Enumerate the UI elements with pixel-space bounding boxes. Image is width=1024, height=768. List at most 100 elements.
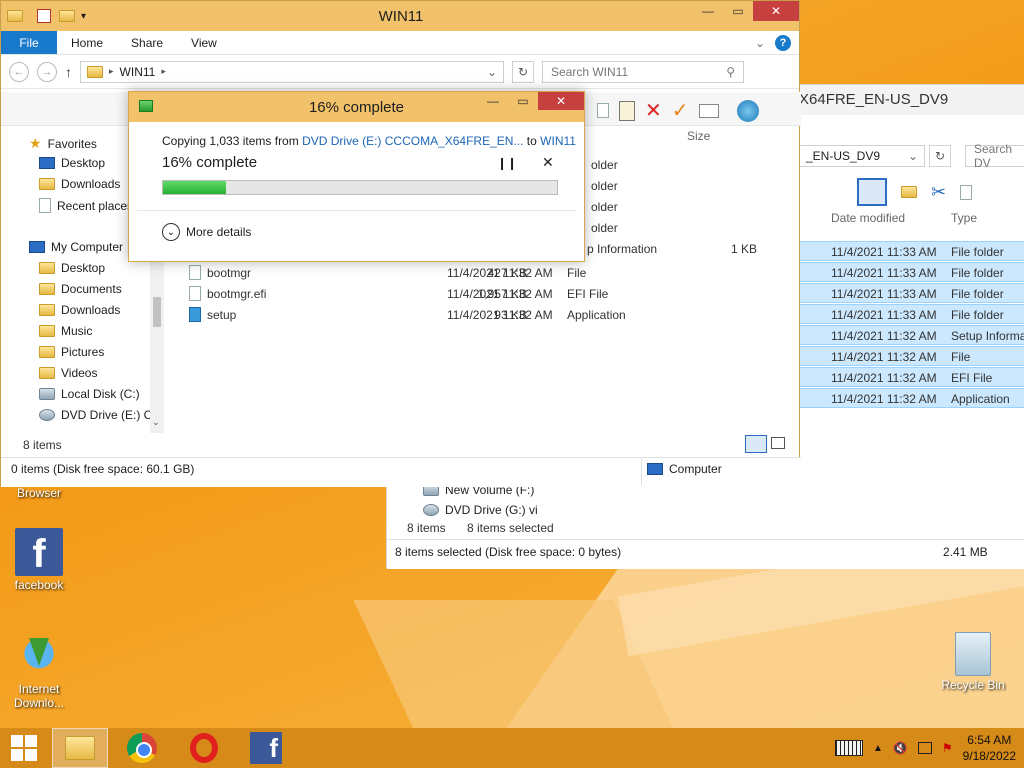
new-folder-icon[interactable] xyxy=(59,10,75,22)
minimize-button[interactable]: — xyxy=(693,1,723,21)
desktop-icon-browser[interactable]: Browser xyxy=(4,486,74,500)
ribbon-expand-icon[interactable]: ⌄ xyxy=(755,36,765,50)
cancel-copy-button[interactable]: ✕ xyxy=(542,154,554,171)
nav-videos[interactable]: Videos xyxy=(39,366,97,380)
recycle-bin-label: Recycle Bin xyxy=(941,678,1005,692)
properties-icon[interactable] xyxy=(736,99,759,122)
breadcrumb[interactable]: WIN11 xyxy=(120,65,156,79)
keyboard-icon[interactable] xyxy=(834,740,863,756)
tab-view[interactable]: View xyxy=(177,31,231,54)
tab-file[interactable]: File xyxy=(1,31,57,54)
more-details-toggle[interactable]: ⌄ More details xyxy=(162,223,251,241)
nav-my-computer[interactable]: My Computer xyxy=(29,240,123,254)
back-row-type: File folder xyxy=(951,287,1004,301)
layout-icon[interactable] xyxy=(857,178,887,206)
taskbar-chrome[interactable] xyxy=(114,728,170,768)
nav-local-disk-c[interactable]: Local Disk (C:) xyxy=(39,387,140,401)
back-arrow-icon[interactable]: ← xyxy=(9,61,29,82)
back-address-text: _EN-US_DV9 xyxy=(806,149,881,163)
copy-icon[interactable] xyxy=(960,184,973,200)
taskbar-file-explorer[interactable] xyxy=(52,728,108,768)
copy-to-icon[interactable] xyxy=(597,103,609,118)
nav-favorites[interactable]: ★ Favorites xyxy=(29,135,97,152)
destination-link[interactable]: WIN11 xyxy=(540,134,576,148)
nav-desktop-2[interactable]: Desktop xyxy=(39,261,105,275)
refresh-icon[interactable]: ↻ xyxy=(512,60,534,83)
clock[interactable]: 6:54 AM 9/18/2022 xyxy=(963,732,1016,764)
dialog-maximize-button[interactable]: ▭ xyxy=(508,92,538,110)
search-input[interactable]: Search WIN11 ⚲ xyxy=(542,60,744,83)
back-search-input[interactable]: Search DV xyxy=(965,142,1024,170)
facebook-label: facebook xyxy=(14,578,64,592)
folder-options-icon[interactable] xyxy=(901,186,917,198)
show-hidden-icons-icon[interactable]: ▲ xyxy=(873,743,883,754)
nav-downloads-2[interactable]: Downloads xyxy=(39,303,120,317)
pause-button[interactable]: ❙❙ xyxy=(497,156,517,170)
action-center-icon[interactable]: ⚑ xyxy=(942,741,953,755)
back-row-date: 11/4/2021 11:33 AM xyxy=(831,308,937,322)
dialog-titlebar[interactable]: 16% complete — ▭ ✕ xyxy=(129,92,584,122)
nav-dvd-drive-e[interactable]: DVD Drive (E:) CC xyxy=(39,408,161,422)
volume-muted-icon[interactable]: 🔇 xyxy=(893,741,908,755)
tab-home[interactable]: Home xyxy=(57,31,117,54)
desktop-icon-facebook[interactable]: f facebook xyxy=(4,528,74,592)
back-row-date: 11/4/2021 11:33 AM xyxy=(831,287,937,301)
network-icon[interactable] xyxy=(917,742,932,754)
window-title: WIN11 xyxy=(378,7,424,25)
taskbar-opera[interactable] xyxy=(176,728,232,768)
tab-share[interactable]: Share xyxy=(117,31,177,54)
nav-pictures[interactable]: Pictures xyxy=(39,345,104,359)
col-size[interactable]: Size xyxy=(687,129,710,143)
folder-icon xyxy=(39,325,55,337)
source-link[interactable]: DVD Drive (E:) CCCOMA_X64FRE_EN... xyxy=(302,134,523,148)
nav-downloads[interactable]: Downloads xyxy=(39,177,120,191)
delete-icon[interactable]: ✕ xyxy=(645,98,662,123)
checkmark-icon[interactable]: ✓ xyxy=(672,98,689,123)
star-icon: ★ xyxy=(29,135,42,151)
dropdown-arrow-icon[interactable]: ▾ xyxy=(81,11,86,22)
nav-music[interactable]: Music xyxy=(39,324,92,338)
details-view-icon[interactable] xyxy=(745,435,767,453)
folder-icon xyxy=(39,283,55,295)
browser-label: Browser xyxy=(16,486,61,500)
desktop-icon-idm[interactable]: Internet Downlo... xyxy=(4,632,74,710)
desktop-icon-recycle-bin[interactable]: Recycle Bin xyxy=(938,632,1008,692)
dialog-minimize-button[interactable]: — xyxy=(478,92,508,110)
nav-recent-places[interactable]: Recent places xyxy=(39,198,133,213)
more-details-label: More details xyxy=(186,225,252,239)
nav-dvd-drive-g[interactable]: DVD Drive (G:) vi xyxy=(423,503,538,517)
taskbar-facebook[interactable]: f xyxy=(238,728,294,768)
chevron-down-icon[interactable]: ⌄ xyxy=(908,149,918,163)
paste-icon[interactable] xyxy=(619,100,635,121)
address-bar[interactable]: ▸ WIN11 ▸ ⌄ xyxy=(80,60,504,83)
help-icon[interactable]: ? xyxy=(775,34,791,51)
progress-bar xyxy=(162,180,558,195)
breadcrumb-chevron-icon: ▸ xyxy=(109,66,114,76)
dialog-close-button[interactable]: ✕ xyxy=(538,92,584,110)
properties-icon[interactable] xyxy=(37,9,51,23)
back-row-date: 11/4/2021 11:32 AM xyxy=(831,350,937,364)
nav-documents[interactable]: Documents xyxy=(39,282,122,296)
col-type[interactable]: Type xyxy=(951,211,977,225)
large-icons-view-icon[interactable] xyxy=(771,437,785,449)
forward-arrow-icon[interactable]: → xyxy=(37,61,57,82)
close-button[interactable]: ✕ xyxy=(753,1,799,21)
nav-desktop[interactable]: Desktop xyxy=(39,156,105,170)
back-address-bar[interactable]: _EN-US_DV9 ⌄ xyxy=(799,145,925,167)
chevron-down-icon[interactable]: ⌄ xyxy=(487,65,497,79)
copy-progress-dialog[interactable]: 16% complete — ▭ ✕ Copying 1,033 items f… xyxy=(128,91,585,262)
start-button[interactable] xyxy=(0,728,48,768)
file-type: Application xyxy=(567,308,626,322)
file-explorer-icon xyxy=(65,736,95,760)
main-titlebar[interactable]: ▾ WIN11 — ▭ ✕ xyxy=(1,1,799,31)
scissors-icon[interactable]: ✂ xyxy=(931,182,946,203)
up-arrow-icon[interactable]: ↑ xyxy=(65,64,72,80)
desktop-icon xyxy=(39,157,55,169)
rename-icon[interactable] xyxy=(698,103,719,118)
status-computer: Computer xyxy=(647,462,722,476)
breadcrumb-chevron-icon[interactable]: ▸ xyxy=(161,66,166,77)
col-date-modified[interactable]: Date modified xyxy=(831,211,905,225)
facebook-icon: f xyxy=(250,732,282,764)
refresh-icon[interactable]: ↻ xyxy=(929,145,951,167)
maximize-button[interactable]: ▭ xyxy=(723,1,753,21)
